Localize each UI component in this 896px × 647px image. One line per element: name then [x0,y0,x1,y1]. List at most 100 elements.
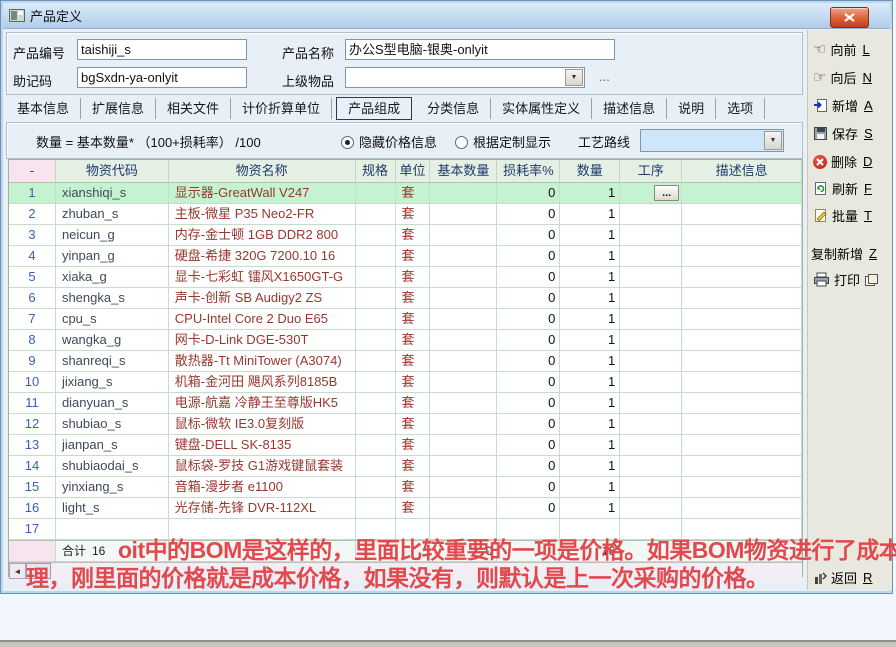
col-header-spec[interactable]: 规格 [356,160,396,183]
prev-button[interactable]: ☜ 向前L [813,40,870,59]
col-header-loss-rate[interactable]: 损耗率% [497,160,560,183]
table-cell [620,435,682,456]
table-row[interactable]: 1xianshiqi_s显示器-GreatWall V247套01... [9,183,802,204]
tab-notes[interactable]: 说明 [667,98,716,119]
mnemonic-input[interactable] [77,67,247,88]
table-cell: 14 [9,456,56,477]
tab-related-files[interactable]: 相关文件 [156,98,231,119]
table-cell [430,393,497,414]
table-row[interactable]: 8wangka_g网卡-D-Link DGE-530T套01 [9,330,802,351]
table-cell: 3 [9,225,56,246]
next-button[interactable]: ☞ 向后N [813,68,872,87]
radio-hide-price-label: 隐藏价格信息 [359,135,437,150]
table-row[interactable]: 13jianpan_s键盘-DELL SK-8135套01 [9,435,802,456]
hand-left-icon: ☜ [813,43,826,57]
parent-item-select[interactable]: ▼ [345,67,585,88]
chevron-down-icon[interactable]: ▼ [764,131,782,150]
tab-basic-info[interactable]: 基本信息 [6,98,81,119]
add-button[interactable]: 新增A [813,96,873,115]
table-row[interactable]: 11dianyuan_s电源-航嘉 冷静王至尊版HK5套01 [9,393,802,414]
refresh-button[interactable]: 刷新F [813,179,872,198]
return-button[interactable]: 返回R [813,568,872,587]
table-row[interactable]: 9shanreqi_s散热器-Tt MiniTower (A3074)套01 [9,351,802,372]
table-row[interactable]: 7cpu_sCPU-Intel Core 2 Duo E65套01 [9,309,802,330]
table-row[interactable]: 14shubiaodai_s鼠标袋-罗技 G1游戏键鼠套装套01 [9,456,802,477]
table-cell: 1 [560,246,620,267]
table-cell: 套 [396,477,431,498]
table-cell: 2 [9,204,56,225]
close-icon [844,13,855,22]
col-header-process[interactable]: 工序 [620,160,682,183]
print-button[interactable]: 打印 [813,270,879,289]
table-cell [356,393,396,414]
titlebar: 产品定义 [3,3,890,29]
save-floppy-icon [813,126,828,141]
col-header-unit[interactable]: 单位 [396,160,431,183]
product-code-input[interactable] [77,39,247,60]
table-cell [620,225,682,246]
table-cell: 套 [396,183,431,204]
product-name-input[interactable] [345,39,615,60]
table-cell: yinpan_g [56,246,169,267]
prev-label: 向前 [830,40,856,59]
tab-category-info[interactable]: 分类信息 [416,98,491,119]
col-header-base-qty[interactable]: 基本数量 [430,160,497,183]
table-row[interactable]: 3neicun_g内存-金士顿 1GB DDR2 800套01 [9,225,802,246]
tab-entity-attributes[interactable]: 实体属性定义 [491,98,592,119]
table-row[interactable]: 6shengka_s声卡-创新 SB Audigy2 ZS套01 [9,288,802,309]
chevron-down-icon[interactable]: ▼ [565,69,583,86]
table-cell [430,246,497,267]
col-header-code[interactable]: 物资代码 [56,160,169,183]
table-cell [682,225,802,246]
radio-custom-display[interactable]: 根据定制显示 [455,132,551,151]
route-select[interactable]: ▼ [640,129,784,152]
product-form: 产品编号 产品名称 助记码 上级物品 ▼ ... [6,32,803,95]
table-cell [620,414,682,435]
col-header-seq[interactable]: - [9,160,56,183]
hand-right-icon: ☞ [813,71,826,85]
table-cell: 机箱-金河田 飓风系列8185B [169,372,356,393]
product-definition-window: 产品定义 产品编号 产品名称 助记码 上级物品 ▼ ... 基本信息 扩展信息 … [0,0,893,594]
table-row[interactable]: 15yinxiang_s音箱-漫步者 e1100套01 [9,477,802,498]
col-header-qty[interactable]: 数量 [560,160,620,183]
table-row[interactable]: 5xiaka_g显卡-七彩虹 镭风X1650GT-G套01 [9,267,802,288]
radio-hide-price[interactable]: 隐藏价格信息 [341,132,437,151]
col-header-description[interactable]: 描述信息 [682,160,802,183]
annotation-line2: 理，刚里面的价格就是成本价格，如果没有，则默认是上一次采购的价格。 [26,559,769,593]
table-row[interactable]: 10jixiang_s机箱-金河田 飓风系列8185B套01 [9,372,802,393]
tab-description-info[interactable]: 描述信息 [592,98,667,119]
save-button[interactable]: 保存S [813,124,873,143]
table-cell [430,330,497,351]
table-cell [356,351,396,372]
tab-pricing-unit[interactable]: 计价折算单位 [231,98,332,119]
tab-extended-info[interactable]: 扩展信息 [81,98,156,119]
table-row[interactable]: 4yinpan_g硬盘-希捷 320G 7200.10 16套01 [9,246,802,267]
tab-options[interactable]: 选项 [716,98,765,119]
save-label: 保存 [832,124,858,143]
table-row[interactable]: 2zhuban_s主板-微星 P35 Neo2-FR套01 [9,204,802,225]
table-cell: 1 [560,183,620,204]
table-cell: 内存-金士顿 1GB DDR2 800 [169,225,356,246]
table-cell [430,204,497,225]
table-row[interactable]: 16light_s光存储-先锋 DVR-112XL套01 [9,498,802,519]
table-cell: 0 [497,351,560,372]
table-cell: neicun_g [56,225,169,246]
delete-button[interactable]: 删除D [813,152,872,171]
table-cell: 5 [9,267,56,288]
tab-product-composition[interactable]: 产品组成 [336,97,412,120]
add-label: 新增 [832,96,858,115]
print-preview-icon [864,273,879,287]
table-row[interactable]: 12shubiao_s鼠标-微软 IE3.0复刻版套01 [9,414,802,435]
process-picker-button[interactable]: ... [654,185,679,201]
copy-add-button[interactable]: 复制新增Z [811,244,877,263]
table-cell: 0 [497,267,560,288]
table-cell [356,225,396,246]
table-cell [356,477,396,498]
col-header-name[interactable]: 物资名称 [169,160,356,183]
close-button[interactable] [830,7,869,28]
table-cell: 0 [497,183,560,204]
batch-button[interactable]: 批量T [813,206,872,225]
table-cell: 套 [396,435,431,456]
table-cell: 套 [396,456,431,477]
scroll-left-arrow-icon[interactable]: ◄ [9,563,26,579]
